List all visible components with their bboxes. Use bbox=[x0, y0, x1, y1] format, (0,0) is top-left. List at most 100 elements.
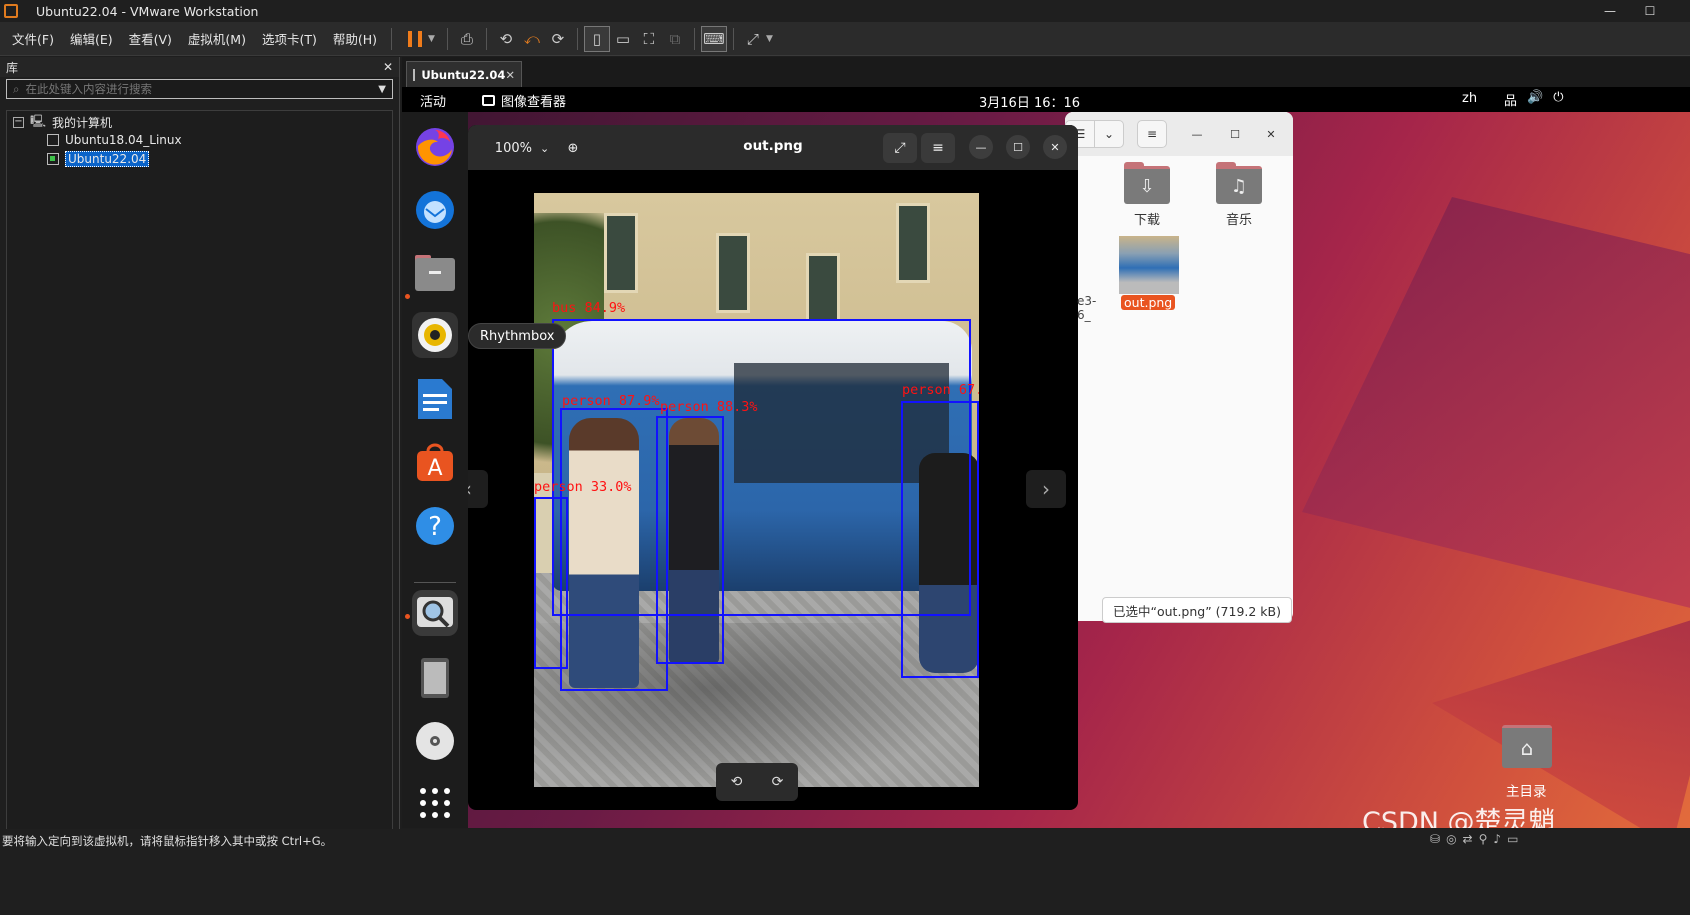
detection-box-person bbox=[534, 497, 568, 669]
file-thumbnail[interactable] bbox=[1119, 236, 1179, 294]
full-screen-icon[interactable]: ⛶ bbox=[636, 26, 662, 52]
previous-image-icon[interactable]: ‹ bbox=[468, 470, 488, 508]
unity-icon[interactable]: ⧉ bbox=[662, 26, 688, 52]
menu-tabs[interactable]: 选项卡(T) bbox=[254, 29, 325, 48]
menu-vm[interactable]: 虚拟机(M) bbox=[180, 29, 254, 48]
files-window[interactable]: ☰ ⌄ ≡ — ☐ ✕ ⇩ 下载 ♫ 音乐 out.png bbox=[1065, 112, 1293, 621]
rotate-left-icon[interactable]: ⟲ bbox=[731, 774, 743, 790]
menu-edit[interactable]: 编辑(E) bbox=[62, 29, 121, 48]
show-library-icon[interactable]: ▯ bbox=[583, 25, 610, 52]
toolbar-divider bbox=[576, 27, 578, 50]
app-menu-label: 图像查看器 bbox=[501, 95, 567, 110]
pause-dropdown-icon[interactable]: ▼ bbox=[428, 34, 435, 44]
tree-item-label: Ubuntu22.04 bbox=[65, 151, 150, 167]
vm-tabbar: Ubuntu22.04 ✕ bbox=[402, 57, 1690, 87]
toolbar-divider bbox=[732, 27, 734, 50]
input-method[interactable]: zh bbox=[1462, 91, 1477, 106]
folder-label: 音乐 bbox=[1226, 213, 1253, 228]
menu-icon[interactable]: ≡ bbox=[1137, 120, 1167, 148]
detection-box-person bbox=[560, 408, 668, 691]
app-menu[interactable]: 图像查看器 bbox=[482, 91, 566, 110]
stretch-dropdown-icon[interactable]: ▼ bbox=[766, 34, 773, 44]
menu-file[interactable]: 文件(F) bbox=[4, 29, 62, 48]
close-tab-icon[interactable]: ✕ bbox=[505, 68, 515, 82]
maximize-button[interactable]: ☐ bbox=[1630, 0, 1670, 22]
chevron-down-icon[interactable]: ▼ bbox=[378, 84, 386, 95]
sound-icon[interactable]: ♪ bbox=[1493, 832, 1501, 846]
thumbnail-bar-icon[interactable]: ▭ bbox=[610, 26, 636, 52]
library-search-input[interactable]: ⌕ 在此处键入内容进行搜索 ▼ bbox=[6, 79, 393, 99]
close-icon[interactable]: ✕ bbox=[1261, 124, 1281, 144]
library-title: 库 bbox=[6, 60, 19, 75]
thunderbird-icon[interactable] bbox=[412, 187, 458, 233]
pause-icon[interactable] bbox=[408, 30, 423, 47]
revert-snapshot-icon[interactable]: ⤺ bbox=[519, 26, 545, 52]
folder-downloads[interactable]: ⇩ bbox=[1124, 162, 1170, 204]
tree-root[interactable]: − 🖳 我的计算机 bbox=[13, 113, 112, 131]
rotate-right-icon[interactable]: ⟳ bbox=[772, 774, 784, 790]
rhythmbox-icon[interactable] bbox=[412, 312, 458, 358]
view-options-icon[interactable]: ⌄ bbox=[1094, 120, 1124, 148]
vm-icon bbox=[47, 134, 59, 146]
power-icon: ⏻ bbox=[1553, 90, 1564, 105]
volume-icon: 🔊 bbox=[1527, 90, 1544, 105]
display-icon[interactable]: ▭ bbox=[1507, 832, 1518, 846]
help-icon[interactable]: ? bbox=[412, 503, 458, 549]
menu-help[interactable]: 帮助(H) bbox=[325, 29, 385, 48]
menu-icon[interactable]: ≡ bbox=[921, 133, 955, 163]
dock: A ? bbox=[402, 112, 468, 828]
watermark: CSDN @楚灵魈 bbox=[1362, 807, 1556, 828]
network-adapter-icon[interactable]: ⇄ bbox=[1463, 832, 1473, 846]
show-apps-icon[interactable] bbox=[412, 780, 458, 826]
minimize-icon[interactable]: — bbox=[969, 135, 993, 159]
cd-icon[interactable]: ◎ bbox=[1446, 832, 1456, 846]
send-ctrl-alt-del-icon[interactable]: ⎙ bbox=[454, 26, 480, 52]
menu-view[interactable]: 查看(V) bbox=[121, 29, 180, 48]
detection-label: person 33.0% bbox=[534, 479, 632, 495]
building-window bbox=[604, 213, 638, 293]
tab-ubuntu22[interactable]: Ubuntu22.04 ✕ bbox=[406, 61, 522, 87]
library-tree: − 🖳 我的计算机 Ubuntu18.04_Linux Ubuntu22.04 bbox=[6, 110, 393, 889]
detection-label: person 88.3% bbox=[660, 399, 758, 415]
minimize-button[interactable]: — bbox=[1590, 0, 1630, 22]
snapshot-icon[interactable]: ⟲ bbox=[493, 26, 519, 52]
disc-icon[interactable] bbox=[412, 718, 458, 764]
clock[interactable]: 3月16日 16：16 bbox=[979, 92, 1080, 111]
snapshot-manager-icon[interactable]: ⟳ bbox=[545, 26, 571, 52]
network-icon: 品 bbox=[1504, 94, 1518, 109]
console-view-icon[interactable]: ⌨ bbox=[700, 25, 727, 52]
running-indicator bbox=[405, 294, 410, 299]
system-tray[interactable]: 品 🔊 ⏻ bbox=[1504, 90, 1564, 109]
app-center-icon[interactable]: A bbox=[412, 440, 458, 486]
activities-button[interactable]: 活动 bbox=[420, 91, 446, 110]
files-icon[interactable] bbox=[412, 250, 458, 296]
writer-icon[interactable] bbox=[412, 376, 458, 422]
close-library-icon[interactable]: ✕ bbox=[383, 60, 393, 74]
detection-label: bus 84.9% bbox=[552, 300, 626, 316]
collapse-icon[interactable]: − bbox=[13, 116, 24, 128]
maximize-icon[interactable]: ☐ bbox=[1006, 135, 1030, 159]
stretch-guest-icon[interactable]: ⤢ bbox=[740, 26, 766, 52]
next-image-icon[interactable]: › bbox=[1026, 470, 1066, 508]
fullscreen-icon[interactable]: ⤢ bbox=[883, 133, 917, 163]
image-viewer-window[interactable]: 100% ⌄ ⊕ out.png ⤢ ≡ — ☐ ✕ ‹ › bbox=[468, 125, 1078, 810]
usb-icon[interactable]: ⚲ bbox=[1479, 832, 1488, 846]
firefox-icon[interactable] bbox=[412, 124, 458, 170]
files-selection-status: 已选中“out.png” (719.2 kB) bbox=[1102, 597, 1292, 623]
window-title: Ubuntu22.04 - VMware Workstation bbox=[36, 3, 259, 19]
tree-item-ubuntu22[interactable]: Ubuntu22.04 bbox=[47, 150, 150, 168]
close-icon[interactable]: ✕ bbox=[1043, 135, 1067, 159]
tablet-icon[interactable] bbox=[412, 655, 458, 701]
vm-tab-icon bbox=[413, 68, 416, 81]
library-search-placeholder: 在此处键入内容进行搜索 bbox=[25, 82, 152, 96]
detection-box-person bbox=[901, 401, 979, 678]
tree-item-ubuntu18[interactable]: Ubuntu18.04_Linux bbox=[47, 131, 182, 149]
minimize-icon[interactable]: — bbox=[1187, 124, 1207, 144]
image-viewer-icon[interactable] bbox=[412, 590, 458, 636]
home-folder[interactable]: ⌂ bbox=[1502, 720, 1552, 768]
hard-disk-icon[interactable]: ⛁ bbox=[1430, 832, 1440, 846]
guest-screen[interactable]: 活动 图像查看器 3月16日 16：16 zh 品 🔊 ⏻ ☰ ⌄ ≡ — ☐ … bbox=[402, 87, 1690, 828]
folder-music[interactable]: ♫ bbox=[1216, 162, 1262, 204]
selected-file-label[interactable]: out.png bbox=[1121, 295, 1176, 310]
maximize-icon[interactable]: ☐ bbox=[1225, 124, 1245, 144]
